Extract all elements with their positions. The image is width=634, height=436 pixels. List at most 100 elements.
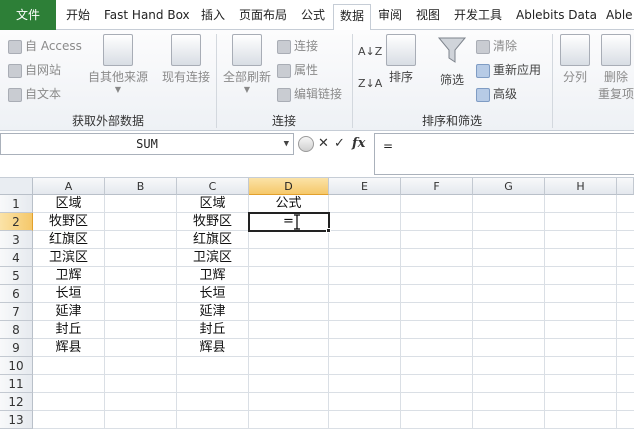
cell-c8[interactable]: 封丘 <box>177 321 249 339</box>
cell-d3[interactable] <box>249 231 329 249</box>
cell-b5[interactable] <box>105 267 177 285</box>
tab-file[interactable]: 文件 <box>0 0 56 30</box>
cell-b2[interactable] <box>105 213 177 231</box>
cell-d11[interactable] <box>249 375 329 393</box>
cell-f10[interactable] <box>401 357 473 375</box>
cell-a2[interactable]: 牧野区 <box>33 213 105 231</box>
cell-i11[interactable] <box>617 375 634 393</box>
cell-h10[interactable] <box>545 357 617 375</box>
cell-e6[interactable] <box>329 285 401 303</box>
cell-c11[interactable] <box>177 375 249 393</box>
cell-d10[interactable] <box>249 357 329 375</box>
cell-f3[interactable] <box>401 231 473 249</box>
column-header-c[interactable]: C <box>177 178 249 195</box>
column-header-f[interactable]: F <box>401 178 473 195</box>
cell-h2[interactable] <box>545 213 617 231</box>
tab-view[interactable]: 视图 <box>410 4 446 30</box>
cell-c12[interactable] <box>177 393 249 411</box>
row-header-11[interactable]: 11 <box>0 375 33 393</box>
column-header-h[interactable]: H <box>545 178 617 195</box>
cell-i5[interactable] <box>617 267 634 285</box>
existing-connections-button[interactable]: 现有连接 <box>160 34 212 85</box>
cell-g6[interactable] <box>473 285 545 303</box>
clear-filter-button[interactable]: 清除 <box>476 36 517 56</box>
cell-d4[interactable] <box>249 249 329 267</box>
cell-a5[interactable]: 卫辉 <box>33 267 105 285</box>
cell-g11[interactable] <box>473 375 545 393</box>
cell-e3[interactable] <box>329 231 401 249</box>
cell-a7[interactable]: 延津 <box>33 303 105 321</box>
cell-a6[interactable]: 长垣 <box>33 285 105 303</box>
remove-duplicates-button[interactable]: 删除 重复项 <box>598 34 634 102</box>
cell-a8[interactable]: 封丘 <box>33 321 105 339</box>
cell-e2[interactable] <box>329 213 401 231</box>
cell-i6[interactable] <box>617 285 634 303</box>
name-box[interactable]: SUM ▼ <box>0 133 294 155</box>
cell-e8[interactable] <box>329 321 401 339</box>
cell-i13[interactable] <box>617 411 634 429</box>
cell-h12[interactable] <box>545 393 617 411</box>
cell-a3[interactable]: 红旗区 <box>33 231 105 249</box>
cell-d6[interactable] <box>249 285 329 303</box>
cell-e11[interactable] <box>329 375 401 393</box>
cell-f11[interactable] <box>401 375 473 393</box>
confirm-icon[interactable]: ✓ <box>334 134 345 154</box>
cell-b3[interactable] <box>105 231 177 249</box>
cell-g12[interactable] <box>473 393 545 411</box>
row-header-3[interactable]: 3 <box>0 231 33 249</box>
select-all-corner[interactable] <box>0 178 33 195</box>
cell-e1[interactable] <box>329 195 401 213</box>
cell-e7[interactable] <box>329 303 401 321</box>
tab-ablebits-data[interactable]: Ablebits Data <box>510 4 603 30</box>
cell-c1[interactable]: 区域 <box>177 195 249 213</box>
column-header-a[interactable]: A <box>33 178 105 195</box>
cell-a11[interactable] <box>33 375 105 393</box>
row-header-10[interactable]: 10 <box>0 357 33 375</box>
tab-data[interactable]: 数据 <box>333 4 372 31</box>
cell-a9[interactable]: 辉县 <box>33 339 105 357</box>
cell-b10[interactable] <box>105 357 177 375</box>
cell-g2[interactable] <box>473 213 545 231</box>
cell-f12[interactable] <box>401 393 473 411</box>
cell-f2[interactable] <box>401 213 473 231</box>
cell-e4[interactable] <box>329 249 401 267</box>
sort-button[interactable]: 排序 <box>384 34 418 85</box>
cell-a10[interactable] <box>33 357 105 375</box>
cell-c13[interactable] <box>177 411 249 429</box>
tab-developer[interactable]: 开发工具 <box>448 4 508 30</box>
cell-a12[interactable] <box>33 393 105 411</box>
cell-a13[interactable] <box>33 411 105 429</box>
from-other-sources-button[interactable]: 自其他来源 ▼ <box>88 34 148 94</box>
formula-input[interactable]: = <box>374 133 634 175</box>
cell-h9[interactable] <box>545 339 617 357</box>
cell-f7[interactable] <box>401 303 473 321</box>
cell-b11[interactable] <box>105 375 177 393</box>
cell-g1[interactable] <box>473 195 545 213</box>
cell-d1[interactable]: 公式 <box>249 195 329 213</box>
cell-e12[interactable] <box>329 393 401 411</box>
row-header-9[interactable]: 9 <box>0 339 33 357</box>
cell-f1[interactable] <box>401 195 473 213</box>
tab-page-layout[interactable]: 页面布局 <box>233 4 293 30</box>
cell-e5[interactable] <box>329 267 401 285</box>
row-header-13[interactable]: 13 <box>0 411 33 429</box>
cell-c2[interactable]: 牧野区 <box>177 213 249 231</box>
chevron-down-icon[interactable]: ▼ <box>284 134 289 154</box>
cell-b4[interactable] <box>105 249 177 267</box>
cell-d7[interactable] <box>249 303 329 321</box>
from-text-button[interactable]: 自文本 <box>8 84 61 104</box>
cell-b7[interactable] <box>105 303 177 321</box>
row-header-1[interactable]: 1 <box>0 195 33 213</box>
sort-descending-button[interactable]: Z↓A <box>358 74 382 94</box>
cell-h5[interactable] <box>545 267 617 285</box>
cell-f6[interactable] <box>401 285 473 303</box>
cell-d12[interactable] <box>249 393 329 411</box>
cell-i2[interactable] <box>617 213 634 231</box>
column-header-d[interactable]: D <box>249 178 329 195</box>
row-header-6[interactable]: 6 <box>0 285 33 303</box>
cell-g7[interactable] <box>473 303 545 321</box>
cell-b12[interactable] <box>105 393 177 411</box>
cell-b9[interactable] <box>105 339 177 357</box>
cell-h4[interactable] <box>545 249 617 267</box>
cell-h6[interactable] <box>545 285 617 303</box>
